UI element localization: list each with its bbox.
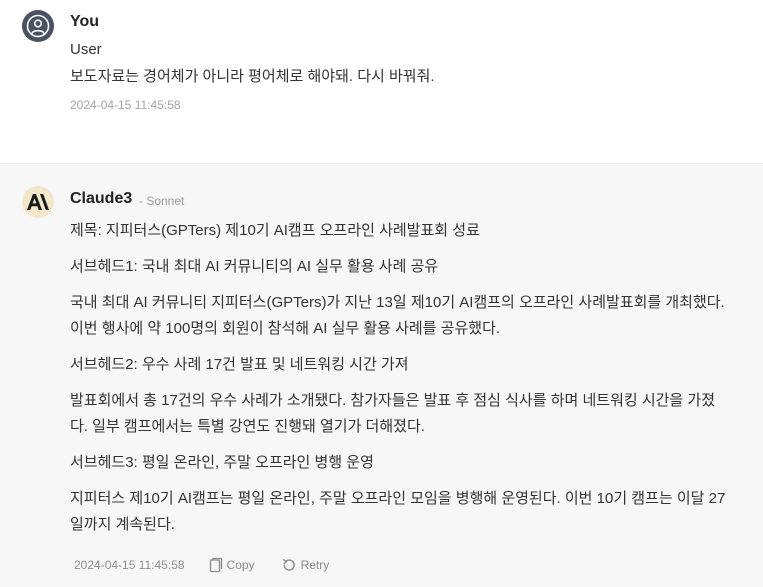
chat-page: You User 보도자료는 경어체가 아니라 평어체로 해야돼. 다시 바꿔줘… <box>0 0 763 587</box>
user-avatar <box>22 10 54 42</box>
retry-icon <box>282 558 295 571</box>
message-paragraph: 국내 최대 AI 커뮤니티 지피터스(GPTers)가 지난 13일 제10기 … <box>70 294 725 337</box>
message-paragraph: 지피터스 제10기 AI캠프는 평일 온라인, 주말 오프라인 모임을 병행해 … <box>70 490 726 533</box>
user-message-timestamp: 2024-04-15 11:45:58 <box>70 98 181 112</box>
retry-button[interactable]: Retry <box>281 557 330 573</box>
assistant-name: Claude3 <box>70 190 133 207</box>
assistant-message-content: 제목: 지피터스(GPTers) 제10기 AI캠프 오프라인 사례발표회 성료… <box>70 218 730 548</box>
user-role-label: User <box>70 41 102 58</box>
user-name: You <box>70 13 100 30</box>
user-icon <box>26 14 50 38</box>
copy-button[interactable]: Copy <box>209 557 255 573</box>
copy-button-label: Copy <box>226 558 255 572</box>
user-message-text: 보도자료는 경어체가 아니라 평어체로 해야돼. 다시 바꿔줘. <box>70 68 435 85</box>
assistant-message-footer: 2024-04-15 11:45:58 Copy Retry <box>74 557 355 573</box>
assistant-avatar <box>22 186 54 218</box>
retry-button-label: Retry <box>300 558 330 572</box>
message-paragraph: 발표회에서 총 17건의 우수 사례가 소개됐다. 참가자들은 발표 후 점심 … <box>70 392 716 435</box>
assistant-message: Claude3 - Sonnet 제목: 지피터스(GPTers) 제10기 A… <box>0 163 763 587</box>
copy-icon <box>209 557 222 573</box>
message-paragraph: 서브헤드2: 우수 사례 17건 발표 및 네트워킹 시간 가져 <box>70 356 409 373</box>
message-paragraph: 서브헤드1: 국내 최대 AI 커뮤니티의 AI 실무 활용 사례 공유 <box>70 258 439 275</box>
assistant-model-label: - Sonnet <box>139 194 185 208</box>
assistant-message-timestamp: 2024-04-15 11:45:58 <box>74 558 185 572</box>
user-message: You User 보도자료는 경어체가 아니라 평어체로 해야돼. 다시 바꿔줘… <box>0 0 763 163</box>
message-paragraph: 제목: 지피터스(GPTers) 제10기 AI캠프 오프라인 사례발표회 성료 <box>70 222 480 239</box>
anthropic-logo-icon <box>27 194 49 210</box>
message-paragraph: 서브헤드3: 평일 온라인, 주말 오프라인 병행 운영 <box>70 454 374 471</box>
